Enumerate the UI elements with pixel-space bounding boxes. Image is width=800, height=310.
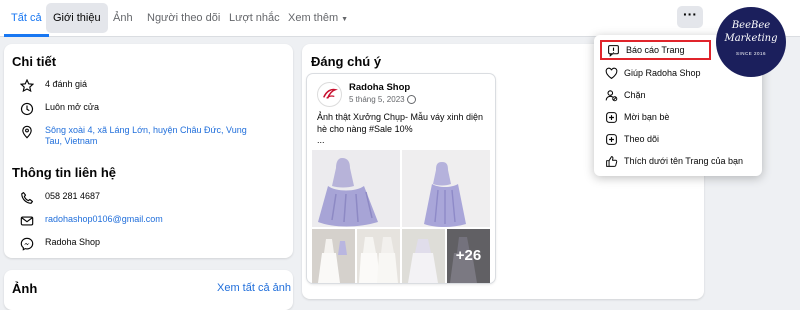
messenger-icon — [20, 237, 34, 251]
invite-plus-icon — [606, 111, 617, 123]
post-photo-2[interactable] — [402, 150, 490, 227]
globe-icon — [406, 95, 416, 105]
menu-item-label: Mời bạn bè — [624, 112, 670, 122]
phone-text[interactable]: 058 281 4687 — [45, 191, 100, 202]
menu-item-label: Chặn — [624, 90, 646, 100]
email-icon — [20, 216, 34, 226]
post-photo-4[interactable] — [357, 229, 400, 283]
logo-line-3: SINCE 2016 — [735, 51, 766, 56]
featured-post[interactable]: Radoha Shop 5 tháng 5, 2023 Ảnh thật Xưở… — [307, 74, 495, 283]
photos-title: Ảnh — [12, 281, 38, 296]
menu-item-label: Thích dưới tên Trang của bạn — [624, 156, 743, 166]
logo-line-1: BeeBee — [731, 20, 771, 31]
phone-row: 058 281 4687 — [20, 191, 100, 205]
post-photo-3[interactable] — [312, 229, 355, 283]
page-tab-bar: Tất cả Giới thiệu Ảnh Người theo dõi Lượ… — [0, 0, 800, 37]
tab-see-more[interactable]: Xem thêm ▼ — [281, 0, 355, 36]
menu-item-label: Theo dõi — [624, 134, 660, 144]
beebee-marketing-logo: BeeBee Marketing SINCE 2016 — [716, 7, 786, 77]
menu-item-follow[interactable]: Theo dõi — [600, 129, 756, 149]
menu-item-invite-friends[interactable]: Mời bạn bè — [600, 107, 756, 127]
post-photo-5[interactable] — [402, 229, 445, 283]
hours-text: Luôn mở cửa — [45, 102, 99, 112]
like-icon — [606, 155, 618, 167]
tab-see-more-label: Xem thêm — [288, 12, 339, 24]
messenger-text[interactable]: Radoha Shop — [45, 237, 100, 248]
post-date[interactable]: 5 tháng 5, 2023 — [349, 95, 405, 104]
contact-title: Thông tin liên hệ — [12, 165, 116, 180]
page-avatar[interactable] — [317, 82, 342, 107]
messenger-row: Radoha Shop — [20, 237, 100, 251]
phone-icon — [21, 192, 33, 204]
post-author[interactable]: Radoha Shop — [349, 82, 410, 93]
menu-item-block[interactable]: Chặn — [600, 85, 756, 105]
post-photo-more[interactable]: +26 — [447, 229, 490, 283]
rating-text[interactable]: 4 đánh giá — [45, 79, 87, 90]
block-user-icon — [605, 89, 618, 101]
details-card: Chi tiết 4 đánh giá Luôn mở cửa Sông xoà… — [4, 44, 293, 258]
menu-item-report-page[interactable]: Báo cáo Trang — [600, 40, 711, 60]
more-options-button[interactable]: ··· — [677, 6, 703, 28]
dress-image — [357, 229, 400, 283]
menu-item-label: Giúp Radoha Shop — [624, 68, 701, 78]
tab-about[interactable]: Giới thiệu — [46, 3, 108, 33]
email-link[interactable]: radohashop0106@gmail.com — [45, 214, 163, 225]
radoha-logo-icon — [323, 88, 338, 99]
dress-image — [312, 229, 355, 283]
heart-icon — [605, 67, 618, 79]
star-icon — [20, 79, 34, 93]
tab-all[interactable]: Tất cả — [4, 0, 49, 37]
follow-plus-icon — [606, 133, 617, 145]
tab-mentions[interactable]: Lượt nhắc — [222, 0, 287, 36]
more-photos-count: +26 — [447, 229, 490, 283]
tab-followers[interactable]: Người theo dõi — [140, 0, 227, 36]
dress-image — [312, 150, 400, 227]
rating-row: 4 đánh giá — [20, 79, 87, 93]
see-all-photos-link[interactable]: Xem tất cả ảnh — [217, 282, 291, 294]
photos-card: Ảnh Xem tất cả ảnh — [4, 270, 293, 310]
post-ellipsis: ... — [317, 135, 325, 145]
featured-title: Đáng chú ý — [311, 54, 382, 69]
tab-photos[interactable]: Ảnh — [106, 0, 140, 36]
report-flag-icon — [608, 44, 619, 57]
hours-row: Luôn mở cửa — [20, 102, 99, 116]
post-text: Ảnh thật Xưởng Chụp- Mẫu váy xinh diện h… — [317, 112, 484, 134]
address-link[interactable]: Sông xoài 4, xã Láng Lớn, huyện Châu Đức… — [45, 125, 250, 147]
menu-item-like-as-page[interactable]: Thích dưới tên Trang của bạn — [600, 151, 756, 171]
location-pin-icon — [22, 125, 32, 139]
address-row: Sông xoài 4, xã Láng Lớn, huyện Châu Đức… — [20, 125, 250, 147]
dress-image — [402, 150, 490, 227]
caret-down-icon: ▼ — [341, 16, 349, 23]
email-row: radohashop0106@gmail.com — [20, 214, 163, 228]
post-meta: 5 tháng 5, 2023 — [349, 95, 416, 105]
details-title: Chi tiết — [12, 54, 57, 69]
post-photo-1[interactable] — [312, 150, 400, 227]
dress-image — [402, 229, 445, 283]
clock-icon — [20, 102, 34, 116]
menu-item-label: Báo cáo Trang — [626, 45, 685, 55]
logo-line-2: Marketing — [724, 33, 778, 44]
